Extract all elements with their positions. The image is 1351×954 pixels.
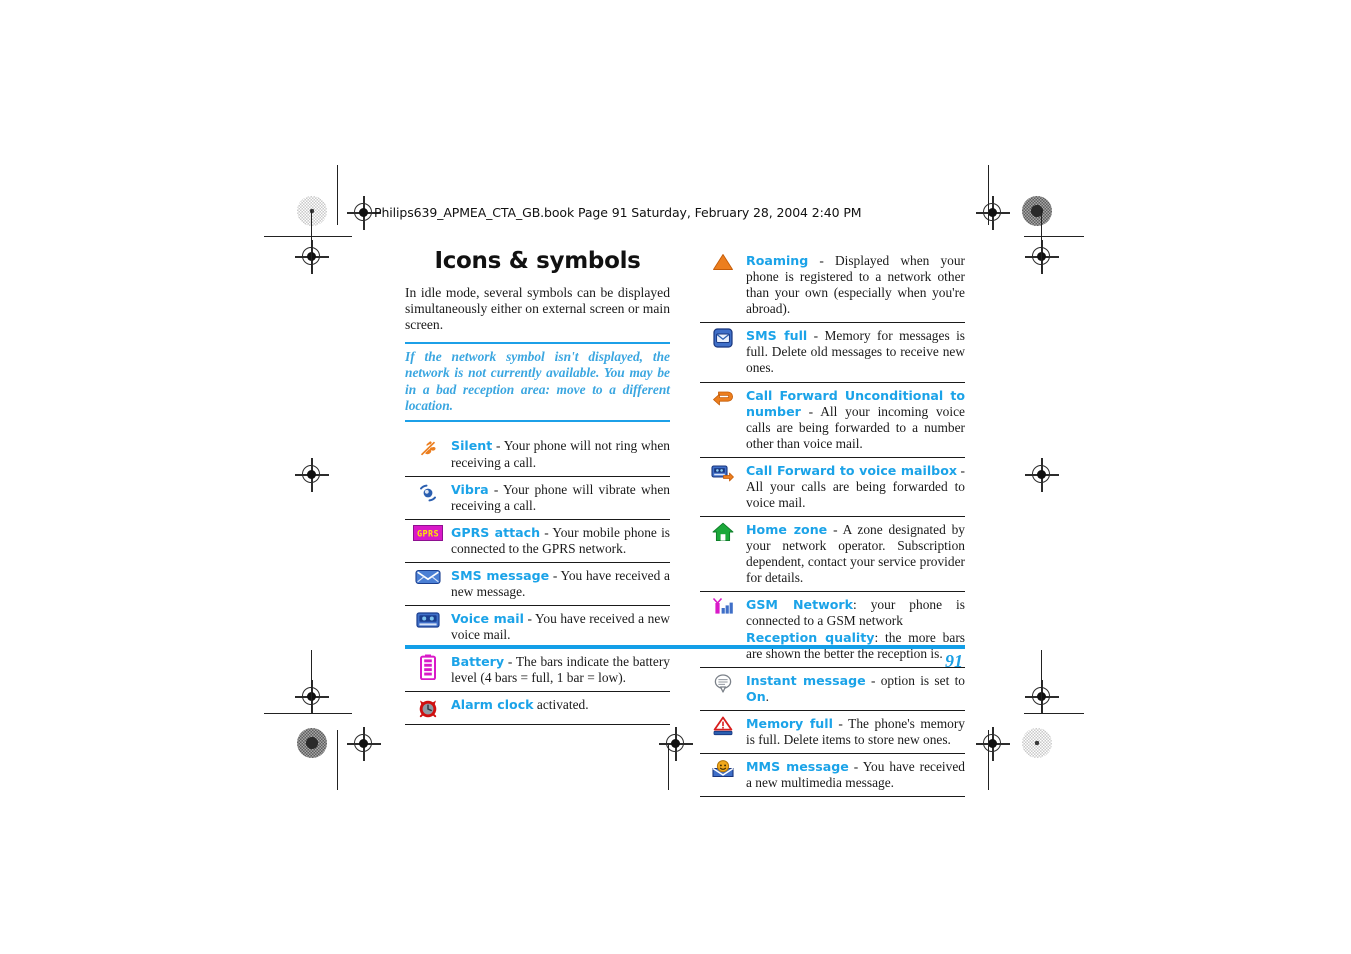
gprs-attach-icon: GPRS — [405, 519, 451, 562]
gprs-row-text: GPRS attach - Your mobile phone is conne… — [451, 519, 670, 562]
sms-full-row-text: SMS full - Memory for messages is full. … — [746, 323, 965, 382]
page-number: 91 — [945, 651, 963, 671]
row-description: activated. — [533, 697, 589, 713]
crop-rule-vertical-upper-right-corner — [1041, 210, 1043, 272]
crop-rule-top-left — [264, 236, 352, 238]
crop-rule-bottom-right — [1024, 713, 1084, 715]
right-column: Roaming - Displayed when your phone is r… — [700, 248, 965, 797]
row-keyword-2: Reception quality — [746, 629, 875, 645]
table-row: SMS full - Memory for messages is full. … — [700, 323, 965, 383]
page-content: Icons & symbols In idle mode, several sy… — [405, 248, 965, 797]
registration-mark-top-right-inner — [976, 196, 1010, 230]
left-column: Icons & symbols In idle mode, several sy… — [405, 248, 670, 797]
table-row: GPRS GPRS attach - Your mobile phone is … — [405, 519, 670, 563]
book-header-line: Philips639_APMEA_CTA_GB.book Page 91 Sat… — [374, 205, 862, 220]
sms-full-icon — [700, 323, 746, 382]
table-row: Call Forward Unconditional to number - A… — [700, 382, 965, 458]
silent-note-icon — [405, 433, 451, 476]
row-keyword: GSM Network — [746, 597, 853, 613]
silent-row-text: Silent - Your phone will not ring when r… — [451, 433, 670, 476]
mms-message-row-text: MMS message - You have received a new mu… — [746, 754, 965, 797]
table-row: Voice mail - You have received a new voi… — [405, 606, 670, 649]
row-keyword: Memory full — [746, 715, 833, 731]
row-keyword: Silent — [451, 438, 493, 454]
left-icon-table: Silent - Your phone will not ring when r… — [405, 433, 670, 725]
row-keyword: Home zone — [746, 522, 828, 538]
call-forward-voice-mailbox-icon — [700, 457, 746, 516]
registration-mark-bottom-right-inner — [976, 727, 1010, 761]
vibra-icon — [405, 476, 451, 519]
mms-message-icon — [700, 754, 746, 797]
page-footer: 91 — [405, 645, 965, 672]
page-title: Icons & symbols — [434, 248, 641, 274]
row-keyword: Voice mail — [451, 611, 524, 627]
row-keyword: Instant message — [746, 672, 866, 688]
home-zone-row-text: Home zone - A zone designated by your ne… — [746, 517, 965, 592]
home-zone-house-icon — [700, 517, 746, 592]
row-keyword: Roaming — [746, 253, 809, 268]
roaming-row-text: Roaming - Displayed when your phone is r… — [746, 248, 965, 323]
row-keyword: Call Forward to voice mailbox — [746, 462, 957, 478]
table-row: SMS message - You have received a new me… — [405, 562, 670, 606]
network-note: If the network symbol isn't displayed, t… — [405, 342, 670, 423]
crop-rule-vertical-lower-left-corner — [311, 650, 313, 712]
crop-rule-top-right — [1024, 236, 1084, 238]
sms-message-row-text: SMS message - You have received a new me… — [451, 562, 670, 605]
call-forward-voice-mailbox-row-text: Call Forward to voice mailbox - All your… — [746, 457, 965, 516]
footer-rule — [405, 645, 965, 649]
table-row: Home zone - A zone designated by your ne… — [700, 517, 965, 592]
table-row: Alarm clock activated. — [405, 692, 670, 725]
table-row: Silent - Your phone will not ring when r… — [405, 433, 670, 477]
registration-mark-mid-left — [295, 458, 329, 492]
memory-full-icon — [700, 710, 746, 753]
row-keyword: MMS message — [746, 759, 849, 775]
svg-text:GPRS: GPRS — [417, 529, 439, 539]
crop-rule-vertical-left — [337, 165, 339, 225]
row-keyword: Vibra — [451, 481, 489, 497]
row-keyword-2: On — [746, 688, 766, 704]
row-keyword: SMS full — [746, 328, 808, 344]
table-row: MMS message - You have received a new mu… — [700, 754, 965, 797]
registration-mark-bottom-left-inner — [347, 727, 381, 761]
sms-message-envelope-icon — [405, 562, 451, 605]
voice-mail-row-text: Voice mail - You have received a new voi… — [451, 606, 670, 649]
right-icon-table: Roaming - Displayed when your phone is r… — [700, 248, 965, 797]
table-row: Call Forward to voice mailbox - All your… — [700, 457, 965, 517]
row-keyword: SMS message — [451, 567, 550, 583]
registration-mark-mid-right — [1025, 458, 1059, 492]
crop-rule-vertical-left-bottom — [337, 730, 339, 790]
table-row: Instant message - option is set to On. — [700, 667, 965, 711]
call-forward-unconditional-row-text: Call Forward Unconditional to number - A… — [746, 382, 965, 457]
row-description: - option is set to — [865, 672, 965, 688]
roaming-triangle-icon — [700, 248, 746, 323]
table-row: Vibra - Your phone will vibrate when rec… — [405, 476, 670, 520]
vibra-row-text: Vibra - Your phone will vibrate when rec… — [451, 476, 670, 519]
voice-mail-icon — [405, 606, 451, 649]
row-description-2: . — [765, 688, 770, 704]
crop-rule-vertical-upper-left-corner — [311, 210, 313, 272]
halftone-calibration-dot-bottom-right — [1022, 728, 1052, 758]
instant-message-bubble-icon — [700, 667, 746, 710]
call-forward-unconditional-icon — [700, 382, 746, 457]
intro-paragraph: In idle mode, several symbols can be dis… — [405, 285, 670, 333]
row-keyword: GPRS attach — [451, 524, 541, 540]
crop-rule-vertical-right-bottom — [988, 730, 990, 790]
row-keyword: Alarm clock — [451, 697, 534, 713]
table-row: Roaming - Displayed when your phone is r… — [700, 248, 965, 323]
crop-rule-vertical-right — [988, 165, 990, 225]
crop-rule-vertical-lower-right-corner — [1041, 650, 1043, 712]
instant-message-row-text: Instant message - option is set to On. — [746, 667, 965, 710]
alarm-clock-icon — [405, 692, 451, 725]
alarm-clock-row-text: Alarm clock activated. — [451, 692, 670, 725]
halftone-calibration-dot-bottom-left — [297, 728, 327, 758]
memory-full-row-text: Memory full - The phone's memory is full… — [746, 710, 965, 753]
table-row: Memory full - The phone's memory is full… — [700, 710, 965, 754]
halftone-calibration-dot-top-right — [1022, 196, 1052, 226]
crop-rule-bottom-left — [264, 713, 352, 715]
